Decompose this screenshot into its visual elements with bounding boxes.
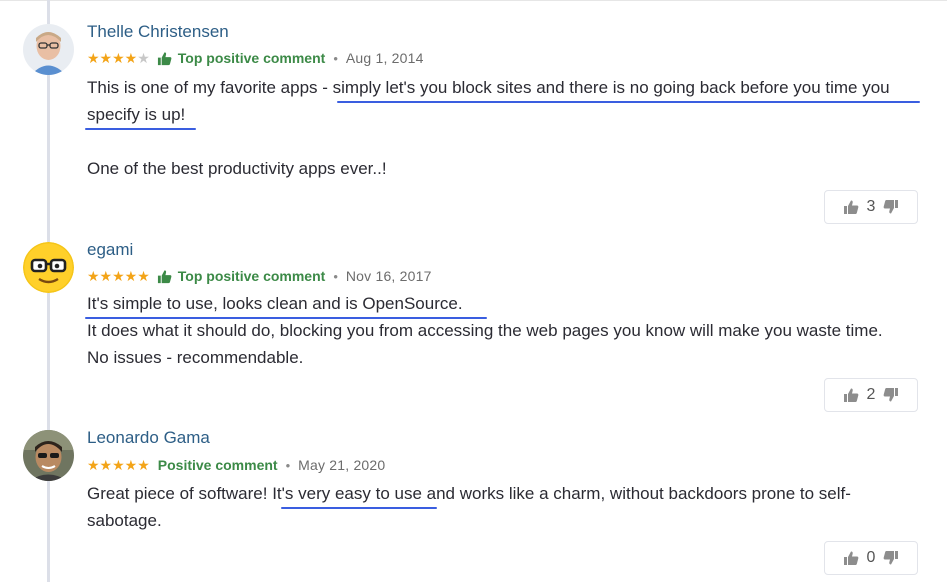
review-date: Aug 1, 2014: [345, 50, 424, 66]
review-text: It's simple to use, looks clean and is O…: [87, 290, 883, 371]
review-meta: ★★★★★ Top positive comment • Nov 16, 201…: [87, 266, 432, 286]
review-text-plain: This is one of my favorite apps -: [87, 78, 333, 97]
avatar[interactable]: [23, 242, 74, 293]
separator-dot: •: [285, 457, 291, 473]
vote-widget: 3: [824, 190, 918, 224]
review-item: Thelle Christensen ★★★★★ Top positive co…: [0, 0, 947, 225]
review-text-plain: It does what it should do, blocking you …: [87, 321, 883, 340]
comment-badge: Top positive comment: [177, 268, 326, 284]
review-meta: ★★★★★ Top positive comment • Aug 1, 2014: [87, 48, 424, 68]
avatar[interactable]: [23, 24, 74, 75]
highlight-underline: [85, 128, 196, 130]
separator-dot: •: [333, 50, 338, 66]
thumbs-up-icon[interactable]: [843, 199, 859, 215]
vote-widget: 2: [824, 378, 918, 412]
vote-count: 3: [866, 198, 876, 215]
rating-stars: ★★★★★: [87, 456, 150, 473]
thumbs-up-icon[interactable]: [843, 550, 859, 566]
review-author[interactable]: Leonardo Gama: [87, 428, 210, 448]
thumbs-down-icon[interactable]: [883, 199, 899, 215]
rating-stars: ★★★★★: [87, 49, 150, 66]
comment-badge: Positive comment: [157, 457, 278, 473]
vote-count: 2: [866, 386, 876, 403]
thumbs-up-badge-icon: [157, 51, 172, 66]
vote-widget: 0: [824, 541, 918, 575]
rating-stars: ★★★★★: [87, 267, 150, 284]
review-text-plain: Great piece of software!: [87, 484, 273, 503]
highlighted-text: It's very easy to use: [272, 484, 422, 503]
highlighted-text: specify is up!: [87, 105, 186, 124]
highlighted-text: It's simple to use, looks clean and is O…: [87, 294, 463, 313]
review-text-plain: No issues - recommendable.: [87, 348, 304, 367]
review-text-plain: and works like a charm, without backdoor…: [421, 484, 851, 503]
highlighted-text: simply let's you block sites and there i…: [332, 78, 890, 97]
review-date: Nov 16, 2017: [345, 268, 432, 284]
review-text-plain: One of the best productivity apps ever..…: [87, 159, 387, 178]
thumbs-up-badge-icon: [157, 269, 172, 284]
review-meta: ★★★★★ Positive comment • May 21, 2020: [87, 455, 385, 475]
highlight-underline: [281, 507, 437, 509]
highlight-underline: [337, 101, 920, 103]
review-text-plain: sabotage.: [87, 511, 162, 530]
avatar[interactable]: [23, 430, 74, 481]
highlight-underline: [85, 317, 487, 319]
comment-badge: Top positive comment: [177, 50, 326, 66]
thumbs-down-icon[interactable]: [883, 550, 899, 566]
thumbs-up-icon[interactable]: [843, 387, 859, 403]
vote-count: 0: [866, 549, 876, 566]
review-author[interactable]: egami: [87, 240, 133, 260]
review-date: May 21, 2020: [298, 457, 386, 473]
thumbs-down-icon[interactable]: [883, 387, 899, 403]
separator-dot: •: [333, 268, 338, 284]
review-text: This is one of my favorite apps - simply…: [87, 74, 890, 182]
review-text: Great piece of software! It's very easy …: [87, 480, 851, 534]
review-author[interactable]: Thelle Christensen: [87, 22, 229, 42]
